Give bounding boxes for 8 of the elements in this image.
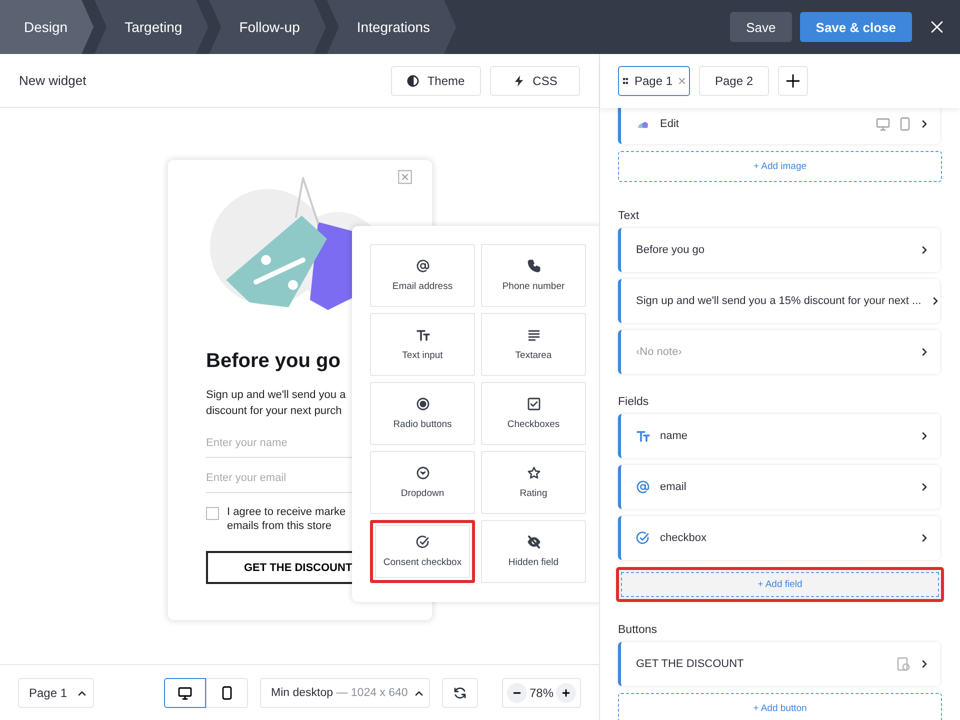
popup-heading: Before you go — [206, 350, 340, 373]
section-title: Fields — [618, 396, 650, 408]
zoom-level: 78% — [529, 686, 554, 700]
consent-text: I agree to receive marke emails from this store — [227, 505, 346, 533]
widget-name: New widget — [19, 73, 88, 88]
popup-text: Sign up and we'll send you a discount for your next purch — [206, 388, 346, 419]
section-title: Buttons — [618, 624, 658, 636]
section-title: Text — [618, 210, 640, 222]
